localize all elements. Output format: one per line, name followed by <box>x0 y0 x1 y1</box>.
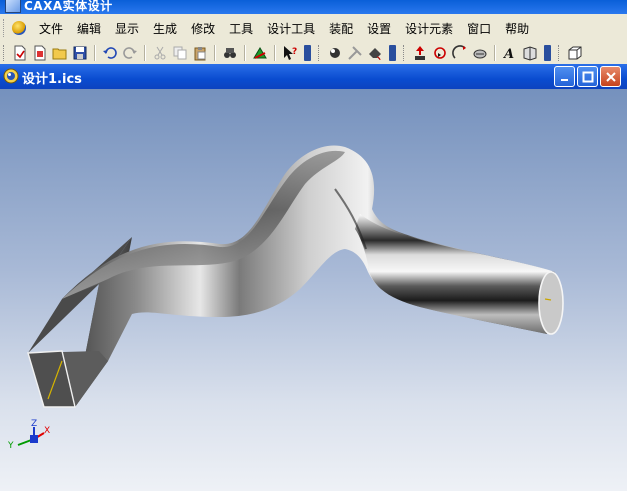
maximize-button[interactable] <box>577 66 598 87</box>
view-icon[interactable] <box>521 44 539 62</box>
document-icon[interactable] <box>3 68 19 84</box>
new-icon[interactable] <box>11 44 29 62</box>
search-binoculars-icon[interactable] <box>221 44 239 62</box>
redo-icon[interactable] <box>121 44 139 62</box>
rotate-icon[interactable] <box>431 44 449 62</box>
box-icon[interactable] <box>566 44 584 62</box>
zoom-icon[interactable] <box>471 44 489 62</box>
round-pipe-body[interactable] <box>355 214 552 334</box>
toolbar-grip[interactable] <box>558 45 562 61</box>
3d-model-canvas[interactable]: Z X Y <box>0 89 627 491</box>
document-system-icon[interactable] <box>11 20 27 36</box>
save-icon[interactable] <box>71 44 89 62</box>
open-recent-icon[interactable] <box>31 44 49 62</box>
3d-design-viewport[interactable]: Z X Y <box>0 89 627 491</box>
toolbar-grip[interactable] <box>403 45 407 61</box>
menu-edit[interactable]: 编辑 <box>71 20 109 37</box>
axis-y-label: Y <box>7 441 14 451</box>
axis-x-label: X <box>44 426 50 436</box>
design-tree-icon[interactable] <box>251 44 269 62</box>
toolbar-end-handle[interactable] <box>304 45 311 61</box>
toolbar-end-handle[interactable] <box>544 45 551 61</box>
axis-z-label: Z <box>31 419 37 429</box>
app-title: CAXA实体设计 <box>24 0 113 13</box>
menu-help[interactable]: 帮助 <box>499 20 537 37</box>
open-folder-icon[interactable] <box>51 44 69 62</box>
close-button[interactable] <box>600 66 621 87</box>
paint-icon[interactable] <box>366 44 384 62</box>
menu-assembly[interactable]: 装配 <box>323 20 361 37</box>
menu-file[interactable]: 文件 <box>33 20 71 37</box>
menubar-grip[interactable] <box>3 19 7 37</box>
menu-window[interactable]: 窗口 <box>461 20 499 37</box>
copy-icon[interactable] <box>171 44 189 62</box>
toolbar-separator <box>214 45 216 61</box>
cut-icon[interactable] <box>151 44 169 62</box>
axis-triad: Z X Y <box>7 419 50 451</box>
smart-render-icon[interactable] <box>326 44 344 62</box>
tools-icon[interactable] <box>346 44 364 62</box>
document-title-bar[interactable]: 设计1.ics <box>0 64 627 89</box>
document-title: 设计1.ics <box>22 72 82 87</box>
move-icon[interactable] <box>411 44 429 62</box>
toolbar-separator <box>94 45 96 61</box>
menu-design-tools[interactable]: 设计工具 <box>261 20 323 37</box>
minimize-button[interactable] <box>554 66 575 87</box>
text-icon[interactable]: A <box>501 44 519 62</box>
toolbar-grip[interactable] <box>318 45 322 61</box>
svg-text:A: A <box>502 47 514 61</box>
paste-icon[interactable] <box>191 44 209 62</box>
undo-icon[interactable] <box>101 44 119 62</box>
toolbar-grip[interactable] <box>3 45 7 61</box>
toolbar-separator <box>274 45 276 61</box>
app-logo-icon <box>5 0 21 13</box>
menu-design-elements[interactable]: 设计元素 <box>399 20 461 37</box>
toolbar-separator <box>144 45 146 61</box>
standard-toolbar: ? A <box>0 42 627 65</box>
menu-bar: 文件 编辑 显示 生成 修改 工具 设计工具 装配 设置 设计元素 窗口 帮助 <box>0 14 627 42</box>
spin-icon[interactable] <box>451 44 469 62</box>
menu-modify[interactable]: 修改 <box>185 20 223 37</box>
menu-generate[interactable]: 生成 <box>147 20 185 37</box>
menu-tools[interactable]: 工具 <box>223 20 261 37</box>
menu-settings[interactable]: 设置 <box>361 20 399 37</box>
toolbar-separator <box>244 45 246 61</box>
toolbar-end-handle[interactable] <box>389 45 396 61</box>
toolbar-separator <box>494 45 496 61</box>
menu-view[interactable]: 显示 <box>109 20 147 37</box>
svg-text:?: ? <box>292 47 297 57</box>
app-title-bar: CAXA实体设计 <box>0 0 627 14</box>
round-pipe-end-face[interactable] <box>538 271 564 335</box>
help-pointer-icon[interactable]: ? <box>281 44 299 62</box>
document-window: 设计1.ics Z X Y <box>0 64 627 491</box>
